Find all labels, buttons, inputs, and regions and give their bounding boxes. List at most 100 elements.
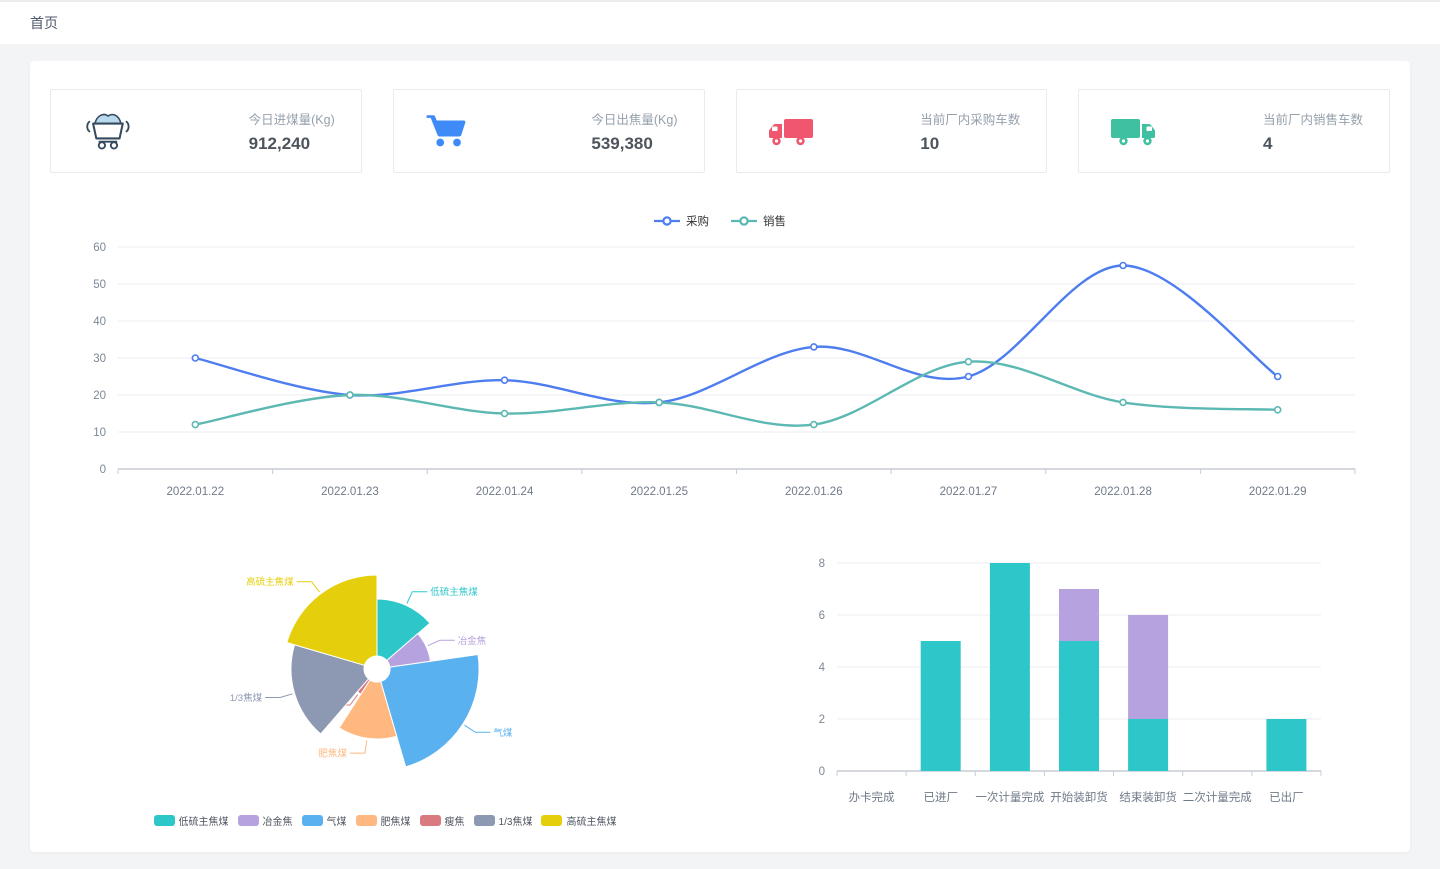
data-point[interactable] (1120, 263, 1126, 269)
line-legend-marker (654, 215, 680, 227)
x-axis-label: 已进厂 (923, 791, 958, 804)
data-point[interactable] (811, 422, 817, 428)
data-point[interactable] (502, 411, 508, 417)
pie-label-line (265, 694, 293, 698)
vehicle-status-bar-chart[interactable]: 02468办卡完成已进厂一次计量完成开始装卸货结束装卸货二次计量完成已出厂 (745, 549, 1365, 811)
x-axis-label: 2022.01.29 (1249, 486, 1307, 498)
legend-label: 瘦焦 (445, 813, 465, 828)
legend-swatch (154, 815, 175, 826)
y-axis-label: 40 (93, 316, 106, 328)
mine-cart-icon (81, 109, 133, 153)
bar-segment-结束装卸货[interactable] (1128, 615, 1168, 719)
pie-label-line (465, 725, 491, 732)
stat-label-purchase-trucks: 当前厂内采购车数 (920, 109, 1020, 128)
line-chart-legend: 采购 销售 (50, 211, 1390, 231)
legend-label: 销售 (763, 213, 786, 229)
data-point[interactable] (347, 392, 353, 398)
series-line-采购 (195, 266, 1277, 404)
y-axis-label: 2 (819, 714, 825, 726)
stat-label-coal-in: 今日进煤量(Kg) (249, 109, 335, 128)
data-point[interactable] (656, 399, 662, 405)
legend-swatch (474, 815, 495, 826)
legend-label: 1/3焦煤 (499, 813, 533, 828)
rose-legend-item-1/3焦煤[interactable]: 1/3焦煤 (474, 813, 533, 828)
truck-right-icon (1109, 112, 1157, 150)
pie-label: 气煤 (493, 727, 513, 739)
legend-item-采购[interactable]: 采购 (654, 213, 709, 229)
stat-value-purchase-trucks: 10 (920, 134, 1020, 154)
y-axis-label: 4 (819, 662, 826, 674)
coal-type-rose-chart[interactable]: 低硫主焦煤冶金焦气煤肥焦煤瘦焦1/3焦煤高硫主焦煤 (105, 549, 665, 801)
stat-card-purchase-trucks: 当前厂内采购车数 10 (736, 89, 1048, 173)
legend-label: 低硫主焦煤 (179, 813, 229, 828)
rose-legend-item-低硫主焦煤[interactable]: 低硫主焦煤 (154, 813, 229, 828)
bar-segment-一次计量完成[interactable] (990, 563, 1030, 771)
pie-segment-气煤[interactable] (381, 655, 479, 767)
data-point[interactable] (965, 374, 971, 380)
purchase-sales-line-chart[interactable]: 01020304050602022.01.222022.01.232022.01… (50, 237, 1385, 505)
pie-label: 肥焦煤 (318, 748, 347, 760)
stat-card-sales-trucks: 当前厂内销售车数 4 (1078, 89, 1390, 173)
y-axis-label: 30 (93, 353, 106, 365)
stat-text: 当前厂内销售车数 4 (1263, 109, 1389, 154)
data-point[interactable] (811, 344, 817, 350)
rose-legend-item-冶金焦[interactable]: 冶金焦 (238, 813, 293, 828)
data-point[interactable] (1120, 399, 1126, 405)
stat-value-sales-trucks: 4 (1263, 134, 1363, 154)
y-axis-label: 6 (819, 610, 825, 622)
x-axis-label: 开始装卸货 (1050, 790, 1108, 804)
bar-segment-开始装卸货[interactable] (1059, 641, 1099, 771)
stat-card-coke-out: 今日出焦量(Kg) 539,380 (393, 89, 705, 173)
data-point[interactable] (1275, 374, 1281, 380)
y-axis-label: 0 (100, 464, 106, 476)
truck-left-icon (767, 112, 815, 150)
bar-segment-已出厂[interactable] (1266, 719, 1306, 771)
line-legend-marker (731, 215, 757, 227)
rose-legend-item-肥焦煤[interactable]: 肥焦煤 (356, 813, 411, 828)
data-point[interactable] (965, 359, 971, 365)
y-axis-label: 20 (93, 390, 106, 402)
legend-label: 高硫主焦煤 (566, 813, 616, 828)
x-axis-label: 2022.01.23 (321, 486, 379, 498)
bar-segment-开始装卸货[interactable] (1059, 589, 1099, 641)
legend-label: 采购 (686, 213, 709, 229)
pie-label-line (428, 640, 455, 645)
legend-label: 肥焦煤 (381, 813, 411, 828)
legend-swatch (302, 815, 323, 826)
data-point[interactable] (1275, 407, 1281, 413)
data-point[interactable] (192, 355, 198, 361)
x-axis-label: 2022.01.25 (630, 486, 688, 498)
pie-label-line (297, 582, 320, 592)
x-axis-label: 2022.01.28 (1094, 486, 1152, 498)
legend-swatch (356, 815, 377, 826)
stat-value-coal-in: 912,240 (249, 134, 335, 154)
legend-label: 气煤 (327, 813, 347, 828)
stat-value-coke-out: 539,380 (591, 134, 677, 154)
x-axis-label: 二次计量完成 (1183, 790, 1252, 804)
y-axis-label: 60 (93, 242, 106, 254)
legend-item-销售[interactable]: 销售 (731, 213, 786, 229)
stat-label-coke-out: 今日出焦量(Kg) (591, 109, 677, 128)
stat-text: 当前厂内采购车数 10 (920, 109, 1046, 154)
data-point[interactable] (502, 377, 508, 383)
bar-segment-已进厂[interactable] (921, 641, 961, 771)
data-point[interactable] (192, 422, 198, 428)
rose-legend-item-高硫主焦煤[interactable]: 高硫主焦煤 (541, 813, 616, 828)
bottom-charts-row: 低硫主焦煤冶金焦气煤肥焦煤瘦焦1/3焦煤高硫主焦煤 低硫主焦煤冶金焦气煤肥焦煤瘦… (50, 549, 1390, 828)
y-axis-label: 10 (93, 427, 106, 439)
rose-legend-item-气煤[interactable]: 气煤 (302, 813, 347, 828)
bar-segment-结束装卸货[interactable] (1128, 719, 1168, 771)
breadcrumb-bar: 首页 (0, 0, 1440, 44)
stats-row: 今日进煤量(Kg) 912,240 今日出焦量(Kg) 539,380 (50, 89, 1390, 173)
pie-label: 1/3焦煤 (230, 692, 263, 704)
x-axis-label: 2022.01.22 (167, 486, 225, 498)
page-content: 今日进煤量(Kg) 912,240 今日出焦量(Kg) 539,380 (0, 44, 1440, 869)
stat-card-coal-in: 今日进煤量(Kg) 912,240 (50, 89, 362, 173)
legend-swatch (238, 815, 259, 826)
x-axis-label: 结束装卸货 (1119, 790, 1177, 804)
rose-legend-item-瘦焦[interactable]: 瘦焦 (420, 813, 465, 828)
x-axis-label: 2022.01.26 (785, 486, 843, 498)
breadcrumb-home[interactable]: 首页 (30, 13, 58, 33)
pie-label: 冶金焦 (458, 635, 487, 647)
x-axis-label: 2022.01.27 (940, 486, 998, 498)
